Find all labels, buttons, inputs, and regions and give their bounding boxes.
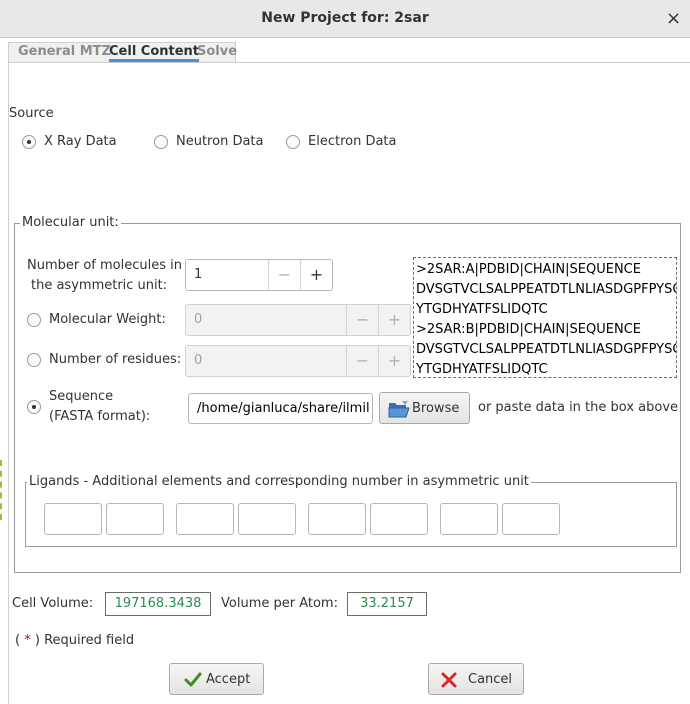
num-molecules-value[interactable]: 1: [194, 267, 202, 282]
ligand-count-field[interactable]: [370, 503, 428, 535]
molecular-unit-title: Molecular unit:: [20, 215, 121, 230]
cancel-button[interactable]: Cancel: [428, 663, 524, 695]
sequence-line: >2SAR:A|PDBID|CHAIN|SEQUENCE: [416, 262, 641, 277]
ligand-element-field[interactable]: [308, 503, 366, 535]
num-molecules-spinner[interactable]: 1 − +: [185, 259, 333, 291]
radio-num-residues[interactable]: [27, 353, 41, 367]
radio-molecular-weight[interactable]: [27, 313, 41, 327]
volume-per-atom-label: Volume per Atom:: [221, 596, 338, 611]
molecular-weight-label[interactable]: Molecular Weight:: [49, 312, 166, 327]
sequence-line: YTGDHYATFSLIDQTC: [416, 362, 548, 377]
sequence-path-field[interactable]: /home/gianluca/share/ilmil: [188, 393, 373, 424]
ligands-title: Ligands - Additional elements and corres…: [27, 474, 531, 489]
required-open: (: [15, 633, 21, 648]
ligand-count-field[interactable]: [106, 503, 164, 535]
ligand-element-field[interactable]: [440, 503, 498, 535]
sequence-textarea[interactable]: >2SAR:A|PDBID|CHAIN|SEQUENCE DVSGTVCLSAL…: [413, 257, 677, 378]
radio-sequence[interactable]: [27, 400, 41, 414]
num-molecules-label-1: Number of molecules in: [27, 258, 182, 273]
molecular-weight-value[interactable]: 0: [194, 312, 202, 327]
num-residues-spinner[interactable]: 0 − +: [185, 345, 411, 377]
cancel-label: Cancel: [468, 672, 513, 687]
num-residues-decrement[interactable]: −: [346, 346, 378, 376]
sequence-label-1[interactable]: Sequence: [49, 389, 113, 404]
num-residues-increment[interactable]: +: [378, 346, 410, 376]
radio-xray[interactable]: [22, 135, 36, 149]
molecular-weight-spinner[interactable]: 0 − +: [185, 304, 411, 336]
accept-button[interactable]: Accept: [169, 663, 264, 695]
required-star: *: [24, 633, 31, 648]
sequence-line: >2SAR:B|PDBID|CHAIN|SEQUENCE: [416, 322, 641, 337]
cancel-x-icon: [441, 672, 457, 688]
cell-volume-label: Cell Volume:: [12, 596, 94, 611]
num-molecules-increment[interactable]: +: [300, 260, 332, 290]
folder-open-icon: [388, 401, 410, 418]
accept-label: Accept: [206, 672, 251, 687]
tab-divider: [8, 62, 690, 63]
window-title: New Project for: 2sar: [261, 10, 429, 26]
ligand-count-field[interactable]: [238, 503, 296, 535]
source-label: Source: [9, 106, 54, 121]
browse-label: Browse: [412, 401, 460, 416]
cell-volume-value: 197168.3438: [105, 592, 211, 616]
tab-solve[interactable]: Solve: [197, 44, 237, 59]
num-molecules-label-2: the asymmetric unit:: [31, 278, 168, 293]
left-edge-marks: [0, 460, 3, 520]
num-residues-value[interactable]: 0: [194, 353, 202, 368]
checkmark-icon: [184, 672, 202, 687]
num-molecules-decrement[interactable]: −: [268, 260, 300, 290]
required-field-note: ( * ) Required field: [15, 633, 134, 648]
radio-neutron-label[interactable]: Neutron Data: [176, 134, 263, 149]
close-icon[interactable]: ×: [666, 8, 681, 29]
volume-per-atom-value: 33.2157: [347, 592, 427, 616]
ligand-count-field[interactable]: [502, 503, 560, 535]
sequence-line: YTGDHYATFSLIDQTC: [416, 302, 548, 317]
sequence-line: DVSGTVCLSALPPEATDTLNLIASDGPFPYSQDG: [416, 282, 677, 297]
browse-button[interactable]: Browse: [379, 392, 470, 424]
tab-cell-content[interactable]: Cell Content: [109, 44, 200, 62]
radio-electron[interactable]: [286, 135, 300, 149]
required-text: ) Required field: [34, 633, 135, 648]
molecular-weight-increment[interactable]: +: [378, 305, 410, 335]
molecular-weight-decrement[interactable]: −: [346, 305, 378, 335]
num-residues-label[interactable]: Number of residues:: [49, 352, 181, 367]
radio-electron-label[interactable]: Electron Data: [308, 134, 397, 149]
ligand-element-field[interactable]: [176, 503, 234, 535]
radio-xray-label[interactable]: X Ray Data: [44, 134, 117, 149]
ligand-element-field[interactable]: [44, 503, 102, 535]
tab-general-mtz[interactable]: General MTZ: [18, 44, 111, 59]
paste-hint: or paste data in the box above: [478, 400, 679, 415]
sequence-label-2[interactable]: (FASTA format):: [49, 409, 150, 424]
radio-neutron[interactable]: [154, 135, 168, 149]
sequence-line: DVSGTVCLSALPPEATDTLNLIASDGPFPYSQDG: [416, 342, 677, 357]
